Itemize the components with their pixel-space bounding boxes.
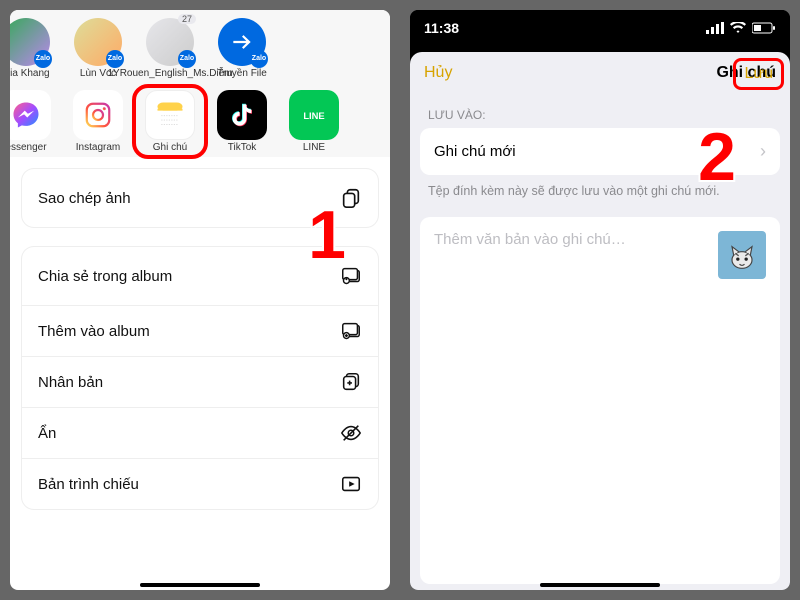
- action-label: Ẩn: [38, 425, 56, 442]
- tiktok-icon: [217, 90, 267, 140]
- group-count-badge: 27: [178, 14, 196, 24]
- zalo-badge-icon: Zalo: [250, 50, 268, 68]
- home-indicator[interactable]: [540, 583, 660, 587]
- sheet-header: Hủy Ghi chú Lưu: [410, 52, 790, 94]
- shared-album-icon: [340, 265, 362, 287]
- save-to-label: LƯU VÀO:: [410, 94, 790, 128]
- zalo-badge-icon: Zalo: [178, 50, 196, 68]
- avatar: Zalo: [218, 18, 266, 66]
- signal-icon: [706, 22, 724, 34]
- action-add-album[interactable]: Thêm vào album: [22, 306, 378, 357]
- zalo-badge-icon: Zalo: [106, 50, 124, 68]
- wifi-icon: [730, 22, 746, 34]
- action-hide[interactable]: Ẩn: [22, 408, 378, 459]
- action-copy-photo[interactable]: Sao chép ảnh: [22, 169, 378, 227]
- action-label: Nhân bản: [38, 374, 103, 391]
- folder-name: Ghi chú mới: [434, 143, 516, 160]
- action-duplicate[interactable]: Nhân bản: [22, 357, 378, 408]
- action-share-album[interactable]: Chia sẻ trong album: [22, 247, 378, 306]
- action-label: Sao chép ảnh: [38, 190, 131, 207]
- app-label: Instagram: [76, 142, 120, 154]
- status-bar: 11:38: [410, 10, 790, 46]
- notes-icon: [145, 90, 195, 140]
- avatar: Zalo: [74, 18, 122, 66]
- app-label: LINE: [303, 142, 325, 154]
- cat-image-icon: [722, 235, 762, 275]
- share-actions-list: Chia sẻ trong album Thêm vào album Nhân …: [22, 247, 378, 509]
- note-text-input[interactable]: Thêm văn bản vào ghi chú…: [434, 231, 708, 248]
- destination-folder-row[interactable]: Ghi chú mới ›: [420, 128, 780, 175]
- eye-off-icon: [340, 422, 362, 444]
- duplicate-icon: [340, 371, 362, 393]
- svg-text:LINE: LINE: [303, 110, 324, 120]
- app-label: TikTok: [228, 142, 257, 154]
- slideshow-icon: [340, 473, 362, 495]
- avatar: 27 Zalo: [146, 18, 194, 66]
- share-apps-row: essenger Instagram Ghi chú TikTok LINE: [10, 84, 390, 158]
- action-label: Bản trình chiếu: [38, 476, 139, 493]
- share-contacts-row: Zalo Gia Khang Zalo Lùn Vcc 27 Zalo 1YRo…: [10, 10, 390, 84]
- share-contact[interactable]: Zalo Truyền File: [210, 18, 274, 80]
- line-icon: LINE: [289, 90, 339, 140]
- action-label: Thêm vào album: [38, 323, 150, 340]
- add-album-icon: [340, 320, 362, 342]
- attachment-thumbnail[interactable]: [718, 231, 766, 279]
- note-body-card[interactable]: Thêm văn bản vào ghi chú…: [420, 217, 780, 585]
- instagram-icon: [73, 90, 123, 140]
- share-app-instagram[interactable]: Instagram: [66, 90, 130, 154]
- share-sheet-screen: Zalo Gia Khang Zalo Lùn Vcc 27 Zalo 1YRo…: [10, 10, 390, 590]
- share-app-tiktok[interactable]: TikTok: [210, 90, 274, 154]
- app-label: essenger: [10, 142, 47, 154]
- helper-text: Tệp đính kèm này sẽ được lưu vào một ghi…: [410, 175, 790, 211]
- share-app-messenger[interactable]: essenger: [10, 90, 58, 154]
- copy-icon: [340, 187, 362, 209]
- status-time: 11:38: [424, 20, 459, 36]
- zalo-badge-icon: Zalo: [34, 50, 52, 68]
- notes-compose-sheet: Hủy Ghi chú Lưu LƯU VÀO: Ghi chú mới › T…: [410, 52, 790, 590]
- avatar: Zalo: [10, 18, 50, 66]
- notes-save-screen: 11:38 Hủy Ghi chú Lưu LƯU VÀO: Ghi chú m…: [410, 10, 790, 590]
- contact-label: Truyền File: [217, 68, 267, 80]
- share-actions-list: Sao chép ảnh: [22, 169, 378, 227]
- messenger-icon: [10, 90, 51, 140]
- contact-label: Gia Khang: [10, 68, 50, 80]
- share-app-line[interactable]: LINE LINE: [282, 90, 346, 154]
- share-contact[interactable]: 27 Zalo 1YRouen_English_Ms.Diễm: [138, 18, 202, 80]
- save-button[interactable]: Lưu: [733, 58, 784, 90]
- share-app-notes[interactable]: Ghi chú: [138, 90, 202, 154]
- arrow-right-icon: [229, 29, 255, 55]
- cancel-button[interactable]: Hủy: [424, 64, 452, 82]
- modal-sheet-area: Hủy Ghi chú Lưu LƯU VÀO: Ghi chú mới › T…: [410, 46, 790, 590]
- share-contact[interactable]: Zalo Gia Khang: [10, 18, 58, 80]
- action-slideshow[interactable]: Bản trình chiếu: [22, 459, 378, 509]
- battery-icon: [752, 22, 776, 34]
- chevron-right-icon: ›: [760, 141, 766, 162]
- action-label: Chia sẻ trong album: [38, 268, 172, 285]
- home-indicator[interactable]: [140, 583, 260, 587]
